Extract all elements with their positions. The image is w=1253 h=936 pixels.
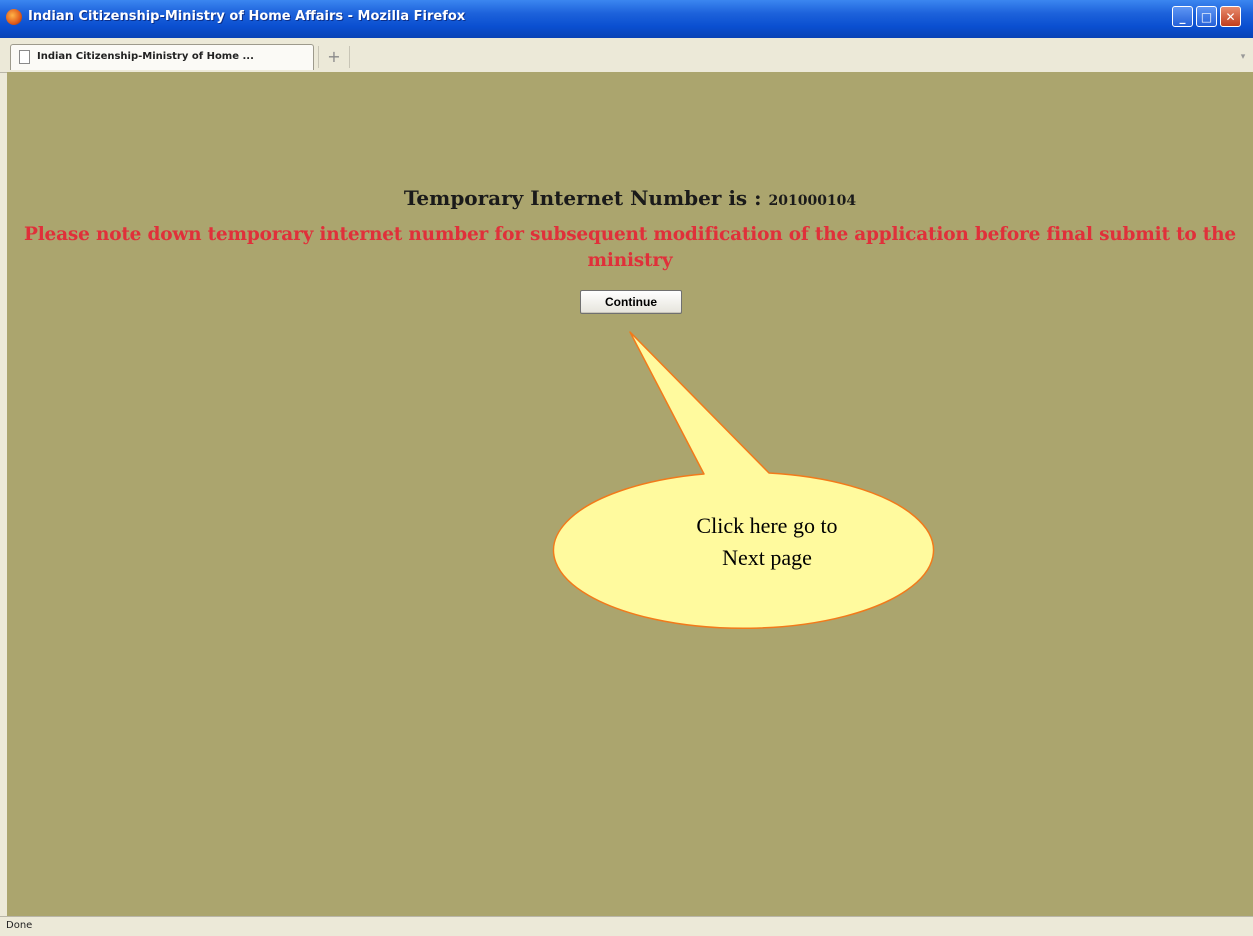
status-text: Done bbox=[6, 920, 33, 931]
maximize-button[interactable]: □ bbox=[1196, 6, 1217, 27]
minimize-button[interactable]: _ bbox=[1172, 6, 1193, 27]
close-button[interactable]: ✕ bbox=[1220, 6, 1241, 27]
tab-list-chevron-icon[interactable]: ▾ bbox=[1236, 46, 1250, 68]
status-bar: Done bbox=[0, 916, 1253, 936]
new-tab-button[interactable]: + bbox=[318, 46, 350, 68]
page-icon bbox=[19, 50, 30, 64]
callout-shape bbox=[552, 331, 935, 630]
window-title: Indian Citizenship-Ministry of Home Affa… bbox=[28, 9, 466, 24]
firefox-icon bbox=[6, 9, 22, 25]
callout-line-1: Click here go to bbox=[696, 513, 838, 538]
callout-balloon bbox=[552, 331, 935, 630]
tab-active[interactable]: Indian Citizenship-Ministry of Home ... bbox=[10, 44, 314, 70]
callout-text: Click here go to Next page bbox=[667, 510, 867, 574]
tab-label: Indian Citizenship-Ministry of Home ... bbox=[37, 51, 254, 62]
callout-line-2: Next page bbox=[722, 545, 812, 570]
tab-bar: Indian Citizenship-Ministry of Home ... … bbox=[0, 38, 1253, 73]
page-content: Temporary Internet Number is : 201000104… bbox=[7, 72, 1253, 916]
window-title-bar[interactable]: Indian Citizenship-Ministry of Home Affa… bbox=[0, 0, 1253, 38]
